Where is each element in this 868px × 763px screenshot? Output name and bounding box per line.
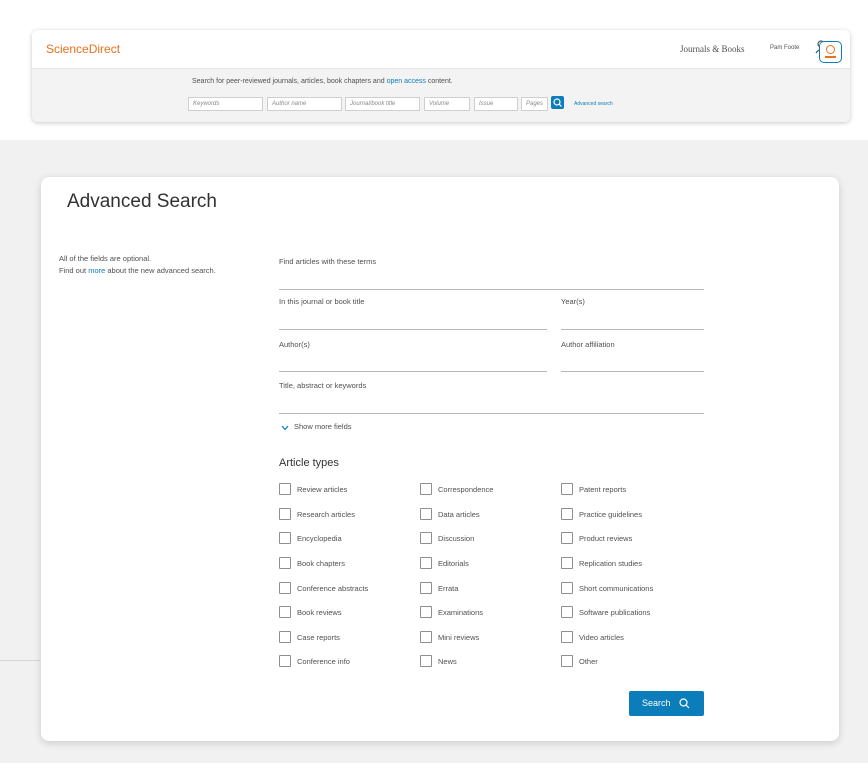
checkbox-box[interactable] — [420, 557, 432, 569]
learn-more-suffix: about the new advanced search. — [107, 266, 216, 275]
open-access-link[interactable]: open access — [387, 78, 426, 85]
search-icon — [679, 698, 690, 709]
author-name-input[interactable]: Author name — [267, 97, 342, 111]
checkbox-label: Encyclopedia — [297, 534, 342, 543]
checkbox-box[interactable] — [279, 557, 291, 569]
checkbox-box[interactable] — [420, 606, 432, 618]
checkbox-box[interactable] — [420, 631, 432, 643]
terms-field[interactable] — [279, 289, 704, 290]
advanced-search-link[interactable]: Advanced search — [574, 101, 613, 107]
institution-icon-base — [825, 56, 836, 58]
checkbox-box[interactable] — [420, 508, 432, 520]
learn-more-line: Find out more about the new advanced sea… — [59, 265, 216, 277]
pages-input[interactable]: Pages — [521, 97, 548, 111]
checkbox-label: Product reviews — [579, 534, 633, 543]
title-abstract-field[interactable] — [279, 413, 704, 414]
checkbox-label: Book reviews — [297, 608, 342, 617]
checkbox-label: Short communications — [579, 584, 654, 593]
checkbox-label: Discussion — [438, 534, 475, 543]
optional-fields-note: All of the fields are optional. Find out… — [59, 253, 216, 277]
search-button-label: Search — [642, 698, 671, 708]
user-name-link[interactable]: Pam Foote — [770, 45, 799, 51]
checkbox-label: Data articles — [438, 510, 480, 519]
article-types-heading: Article types — [279, 457, 339, 469]
checkbox-label: News — [438, 657, 457, 666]
journal-field-label: In this journal or book title — [279, 297, 365, 306]
journal-field[interactable] — [279, 329, 547, 330]
checkbox-label: Mini reviews — [438, 633, 480, 642]
checkbox-label: Conference info — [297, 657, 350, 666]
show-more-label: Show more fields — [294, 422, 352, 431]
checkbox-label: Correspondence — [438, 485, 494, 494]
checkbox-box[interactable] — [561, 532, 573, 544]
checkbox-label: Editorials — [438, 559, 469, 568]
checkbox-label: Case reports — [297, 633, 340, 642]
checkbox-label: Patent reports — [579, 485, 627, 494]
checkbox-box[interactable] — [279, 606, 291, 618]
checkbox-box[interactable] — [420, 532, 432, 544]
quick-search-bar: Search for peer-reviewed journals, artic… — [32, 68, 850, 122]
checkbox-box[interactable] — [279, 655, 291, 667]
authors-field[interactable] — [279, 371, 547, 372]
checkbox-box[interactable] — [561, 483, 573, 495]
checkbox-label: Replication studies — [579, 559, 642, 568]
learn-more-prefix: Find out — [59, 266, 87, 275]
quick-search-intro: Search for peer-reviewed journals, artic… — [192, 78, 453, 85]
checkbox-label: Other — [579, 657, 598, 666]
checkbox-label: Book chapters — [297, 559, 345, 568]
years-field[interactable] — [561, 329, 704, 330]
affiliation-field[interactable] — [561, 371, 704, 372]
checkbox-box[interactable] — [279, 483, 291, 495]
checkbox-box[interactable] — [279, 508, 291, 520]
checkbox-box[interactable] — [420, 655, 432, 667]
institution-icon — [826, 45, 835, 54]
checkbox-label: Examinations — [438, 608, 484, 617]
checkbox-box[interactable] — [561, 557, 573, 569]
volume-input[interactable]: Volume — [424, 97, 470, 111]
checkbox-box[interactable] — [561, 631, 573, 643]
search-button[interactable]: Search — [629, 691, 704, 716]
advanced-search-panel: Advanced Search All of the fields are op… — [41, 177, 839, 741]
checkbox-box[interactable] — [561, 582, 573, 594]
quick-search-button[interactable] — [551, 96, 564, 109]
sciencedirect-logo-link[interactable]: ScienceDirect — [46, 42, 120, 56]
journal-title-input[interactable]: Journal/book title — [345, 97, 420, 111]
checkbox-label: Software publications — [579, 608, 651, 617]
institution-button[interactable] — [819, 41, 842, 63]
page-title: Advanced Search — [67, 191, 217, 212]
affiliation-field-label: Author affiliation — [561, 340, 615, 349]
checkbox-box[interactable] — [561, 655, 573, 667]
checkbox-box[interactable] — [279, 582, 291, 594]
years-field-label: Year(s) — [561, 297, 585, 306]
journals-books-link[interactable]: Journals & Books — [680, 44, 745, 54]
checkbox-label: Research articles — [297, 510, 355, 519]
checkbox-label: Practice guidelines — [579, 510, 642, 519]
terms-field-label: Find articles with these terms — [279, 257, 377, 266]
search-icon — [553, 98, 562, 107]
chevron-down-icon — [281, 425, 289, 431]
site-header: ScienceDirect Journals & Books Pam Foote… — [32, 30, 850, 122]
checkbox-box[interactable] — [279, 532, 291, 544]
header-top-bar: ScienceDirect Journals & Books Pam Foote — [32, 30, 850, 68]
optional-note-line: All of the fields are optional. — [59, 254, 152, 263]
authors-field-label: Author(s) — [279, 340, 310, 349]
checkbox-box[interactable] — [561, 606, 573, 618]
search-intro-text: Search for peer-reviewed journals, artic… — [192, 78, 385, 85]
keywords-input[interactable]: Keywords — [188, 97, 263, 111]
background-divider — [0, 660, 40, 661]
checkbox-box[interactable] — [561, 508, 573, 520]
learn-more-link[interactable]: more — [88, 266, 105, 275]
checkbox-box[interactable] — [420, 582, 432, 594]
issue-input[interactable]: Issue — [474, 97, 518, 111]
search-intro-end: content. — [427, 78, 453, 85]
title-abstract-field-label: Title, abstract or keywords — [279, 381, 367, 390]
checkbox-box[interactable] — [279, 631, 291, 643]
checkbox-label: Video articles — [579, 633, 624, 642]
checkbox-label: Review articles — [297, 485, 348, 494]
checkbox-label: Errata — [438, 584, 459, 593]
checkbox-label: Conference abstracts — [297, 584, 369, 593]
checkbox-box[interactable] — [420, 483, 432, 495]
